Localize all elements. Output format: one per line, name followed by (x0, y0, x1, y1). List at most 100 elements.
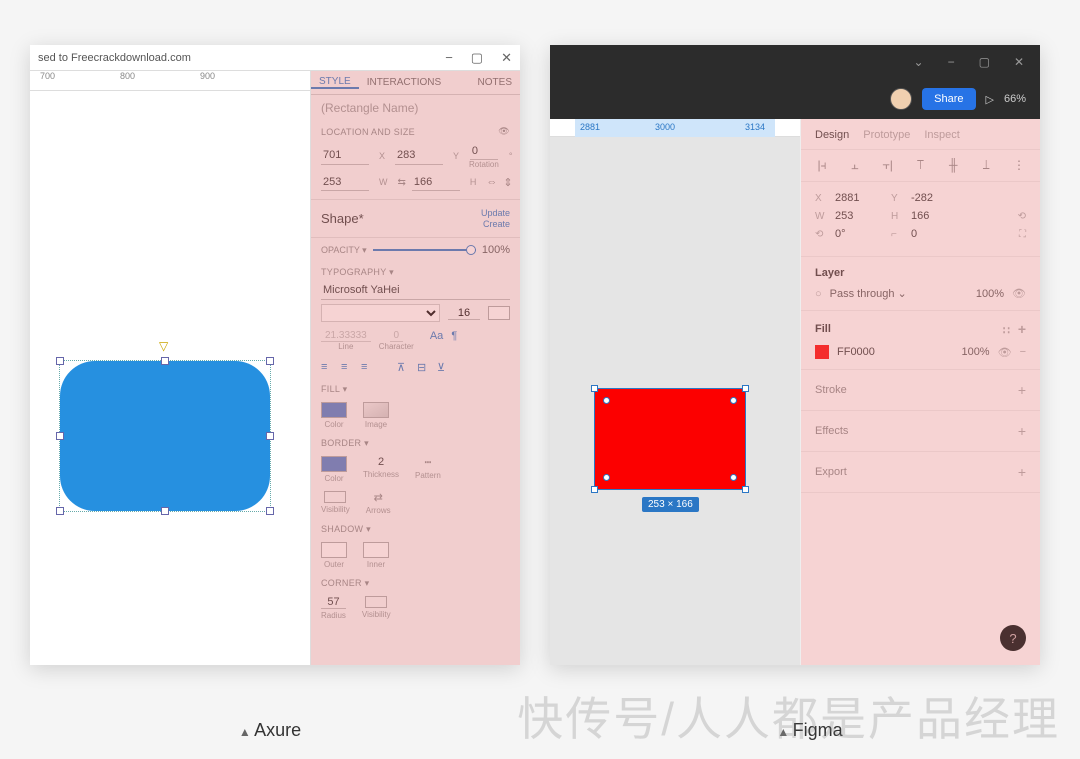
align-hcenter-icon[interactable]: ⫠ (848, 158, 862, 173)
flip-v-icon[interactable]: ⇕ (503, 176, 512, 189)
text-options-icon[interactable]: ¶ (451, 330, 457, 351)
font-size-input[interactable] (448, 307, 480, 320)
opacity-slider[interactable] (373, 249, 476, 251)
minimize-icon[interactable]: − (445, 50, 453, 66)
resize-handle[interactable] (266, 432, 274, 440)
zoom-level[interactable]: 66% (1004, 93, 1026, 105)
border-visibility-icon[interactable] (324, 491, 346, 503)
x-input[interactable]: 2881 (835, 192, 883, 204)
tab-inspect[interactable]: Inspect (924, 129, 959, 141)
width-input[interactable] (321, 173, 369, 191)
y-input[interactable] (395, 147, 443, 165)
align-right-icon[interactable]: ⫟| (881, 158, 895, 173)
tab-prototype[interactable]: Prototype (863, 129, 910, 141)
shape-style-name[interactable]: Shape* (321, 211, 364, 226)
axure-canvas[interactable]: 700 800 900 ▽ (30, 71, 310, 665)
maximize-icon[interactable]: ▢ (471, 50, 483, 66)
fill-hex-input[interactable]: FF0000 (837, 346, 942, 358)
resize-handle[interactable] (56, 507, 64, 515)
border-label[interactable]: BORDER ▾ (321, 438, 369, 449)
help-button[interactable]: ? (1000, 625, 1026, 651)
resize-handle[interactable] (742, 486, 749, 493)
align-left-icon[interactable]: ≡ (321, 361, 335, 373)
align-center-icon[interactable]: ≡ (341, 361, 355, 373)
close-icon[interactable]: ✕ (1008, 55, 1030, 69)
constrain-proportions-icon[interactable]: ⟲ (1018, 211, 1026, 222)
visibility-icon[interactable]: 👁 (998, 346, 1012, 359)
shadow-inner-swatch[interactable] (363, 542, 389, 558)
resize-handle[interactable] (266, 507, 274, 515)
font-color-swatch[interactable] (488, 306, 510, 320)
resize-handle[interactable] (591, 486, 598, 493)
tab-notes[interactable]: NOTES (470, 77, 520, 88)
chevron-down-icon[interactable]: ⌄ (908, 55, 930, 69)
blend-mode-icon[interactable]: ○ (815, 288, 822, 300)
independent-corners-icon[interactable]: ⛶ (1019, 229, 1026, 240)
distribute-icon[interactable]: ⋮ (1012, 158, 1026, 173)
avatar[interactable] (890, 88, 912, 110)
update-style-link[interactable]: Update (481, 208, 510, 218)
corner-radius-handle[interactable] (603, 474, 610, 481)
shadow-outer-swatch[interactable] (321, 542, 347, 558)
opacity-label[interactable]: OPACITY ▾ (321, 245, 367, 256)
tab-style[interactable]: STYLE (311, 76, 359, 89)
create-style-link[interactable]: Create (481, 219, 510, 229)
close-icon[interactable]: ✕ (501, 50, 512, 66)
visibility-icon[interactable]: 👁 (498, 126, 510, 137)
align-bottom-icon[interactable]: ⟘ (979, 158, 993, 173)
width-input[interactable]: 253 (835, 210, 883, 222)
stroke-section[interactable]: Stroke (815, 384, 847, 396)
fill-color-swatch[interactable] (815, 345, 829, 359)
corner-radius-value[interactable]: 57 (321, 596, 345, 609)
rotation-input[interactable]: 0° (835, 228, 883, 240)
resize-handle[interactable] (266, 357, 274, 365)
rotation-input[interactable] (470, 142, 498, 160)
remove-fill-button[interactable]: − (1020, 346, 1026, 358)
fill-label[interactable]: FILL ▾ (321, 384, 348, 395)
present-icon[interactable]: ▷ (986, 93, 994, 106)
rotate-handle-icon[interactable]: ▽ (159, 339, 171, 351)
typography-label[interactable]: TYPOGRAPHY ▾ (321, 267, 394, 278)
border-color-swatch[interactable] (321, 456, 347, 472)
tab-interactions[interactable]: INTERACTIONS (359, 77, 449, 88)
axure-selected-shape[interactable]: ▽ (60, 361, 270, 511)
fill-color-swatch[interactable] (321, 402, 347, 418)
resize-handle[interactable] (56, 357, 64, 365)
resize-handle[interactable] (591, 385, 598, 392)
text-case-icon[interactable]: Aa (430, 330, 443, 351)
corner-label[interactable]: CORNER ▾ (321, 578, 369, 589)
figma-selected-shape[interactable] (595, 389, 745, 489)
resize-handle[interactable] (56, 432, 64, 440)
corner-radius-handle[interactable] (603, 397, 610, 404)
add-effect-button[interactable]: + (1018, 423, 1026, 439)
flip-h-icon[interactable]: ⇔ (486, 176, 497, 188)
corner-radius-handle[interactable] (730, 474, 737, 481)
font-family-select[interactable] (321, 281, 510, 300)
font-style-select[interactable] (321, 304, 440, 322)
layer-opacity-input[interactable]: 100% (964, 288, 1004, 300)
valign-bottom-icon[interactable]: ⊻ (437, 361, 451, 373)
maximize-icon[interactable]: ▢ (973, 55, 996, 69)
effects-section[interactable]: Effects (815, 425, 848, 437)
export-section[interactable]: Export (815, 466, 847, 478)
resize-handle[interactable] (742, 385, 749, 392)
shape-name-input[interactable]: (Rectangle Name) (311, 95, 520, 121)
opacity-value[interactable]: 100% (482, 244, 510, 256)
figma-canvas[interactable]: 2881 3000 3134 253 × 166 (550, 119, 800, 665)
align-vcenter-icon[interactable]: ╫ (946, 158, 960, 173)
fill-image-swatch[interactable] (363, 402, 389, 418)
y-input[interactable]: -282 (911, 192, 959, 204)
add-stroke-button[interactable]: + (1018, 382, 1026, 398)
add-fill-button[interactable]: + (1018, 321, 1026, 337)
align-top-icon[interactable]: ⟙ (913, 158, 927, 173)
height-input[interactable]: 166 (911, 210, 959, 222)
corner-radius-input[interactable]: 0 (911, 228, 959, 240)
align-right-icon[interactable]: ≡ (361, 361, 375, 373)
x-input[interactable] (321, 147, 369, 165)
corner-visibility-icon[interactable] (365, 596, 387, 608)
visibility-icon[interactable]: 👁 (1012, 287, 1026, 300)
border-arrows-icon[interactable]: ⇄ (374, 491, 383, 504)
resize-handle[interactable] (161, 357, 169, 365)
style-icon[interactable]: ∷ (1003, 325, 1010, 337)
border-pattern-icon[interactable]: ┅ (425, 456, 432, 469)
